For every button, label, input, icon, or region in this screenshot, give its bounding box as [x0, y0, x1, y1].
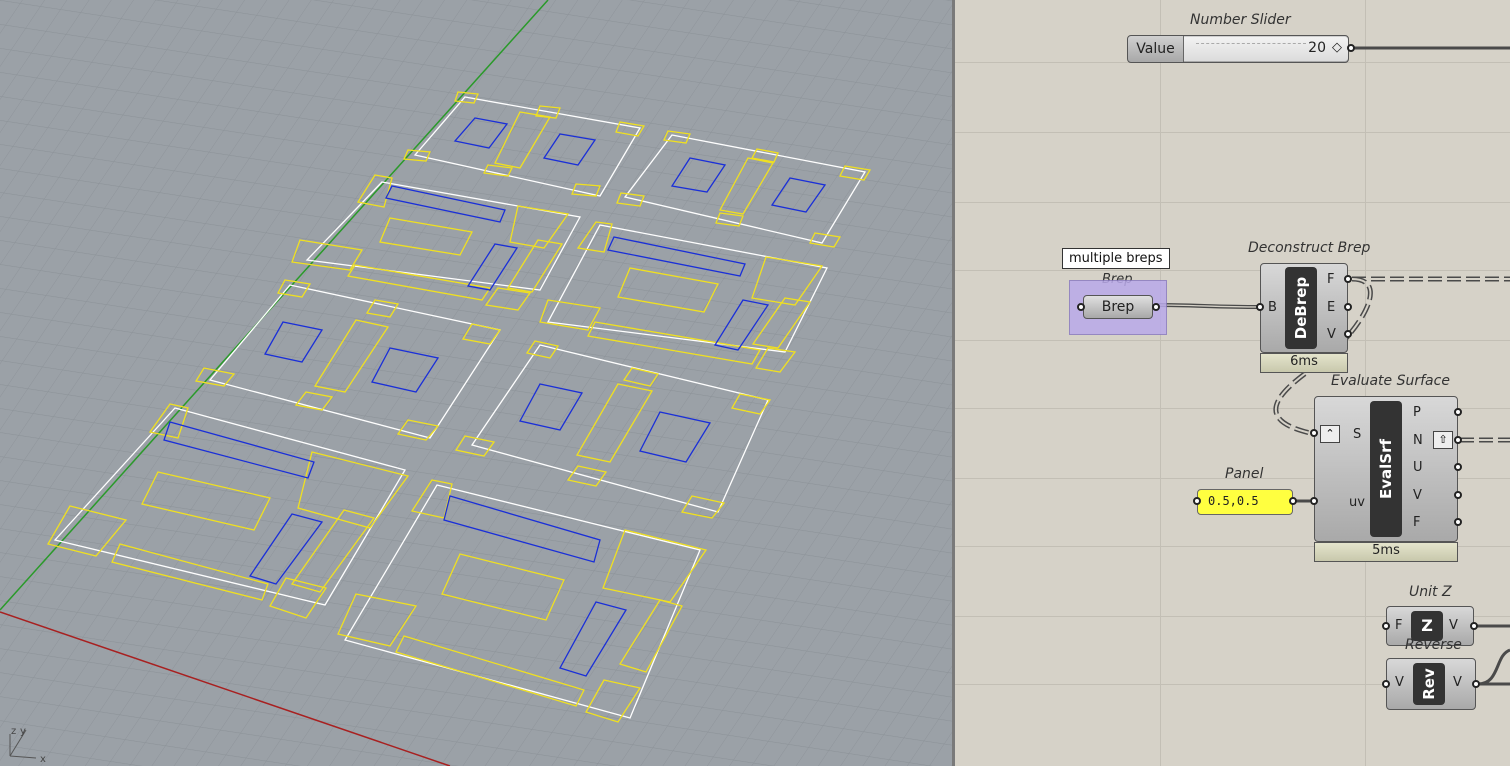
number-slider-value: 20 — [1308, 40, 1326, 56]
reverse-output-v: V — [1453, 675, 1462, 690]
rhino-viewport[interactable]: z y x — [0, 0, 952, 766]
evalsrf-output-n: N — [1413, 433, 1423, 448]
brep-input-grip[interactable] — [1077, 303, 1085, 311]
unitz-output-v: V — [1449, 618, 1458, 633]
reparam-s-icon[interactable]: ⌃ — [1320, 425, 1340, 443]
evalsrf-u-grip[interactable] — [1454, 463, 1462, 471]
debrep-input-b: B — [1268, 300, 1277, 315]
evalsrf-input-s: S — [1353, 427, 1362, 442]
evalsrf-s-grip[interactable] — [1310, 429, 1318, 437]
brep-param-label: Brep — [1101, 299, 1135, 315]
unitz-title: Unit Z — [1409, 584, 1452, 600]
evalsrf-output-u: U — [1413, 460, 1423, 475]
number-slider-label: Value — [1128, 36, 1184, 62]
panel[interactable]: 0.5,0.5 — [1197, 489, 1293, 515]
debrep-timing: 6ms — [1260, 353, 1348, 373]
panel-title: Panel — [1225, 466, 1264, 482]
axis-label-z: z — [11, 726, 16, 737]
reverse-input-grip[interactable] — [1382, 680, 1390, 688]
reverse-input-v: V — [1395, 675, 1404, 690]
unitz-input-grip[interactable] — [1382, 622, 1390, 630]
evalsrf-title: Evaluate Surface — [1331, 373, 1450, 389]
axis-label-y: y — [20, 726, 26, 737]
evalsrf-output-p: P — [1413, 405, 1421, 420]
debrep-f-grip[interactable] — [1344, 275, 1352, 283]
axis-label-x: x — [40, 754, 46, 765]
evalsrf-output-f: F — [1413, 515, 1421, 530]
evalsrf-timing: 5ms — [1314, 542, 1458, 562]
evalsrf-output-v: V — [1413, 488, 1422, 503]
evalsrf-name: EvalSrf — [1370, 401, 1402, 537]
grasshopper-canvas[interactable]: Number Slider Value 20 ◇ multiple breps … — [955, 0, 1510, 766]
evalsrf-input-uv: uv — [1349, 495, 1365, 510]
brep-output-grip[interactable] — [1152, 303, 1160, 311]
debrep-input-grip[interactable] — [1256, 303, 1264, 311]
debrep-output-v: V — [1327, 327, 1336, 342]
evalsrf-f-grip[interactable] — [1454, 518, 1462, 526]
panel-output-grip[interactable] — [1289, 497, 1297, 505]
evalsrf-v-grip[interactable] — [1454, 491, 1462, 499]
debrep-v-grip[interactable] — [1344, 330, 1352, 338]
evalsrf-n-grip[interactable] — [1454, 436, 1462, 444]
number-slider[interactable]: Value 20 ◇ — [1127, 35, 1349, 63]
brep-param[interactable]: Brep — [1083, 295, 1153, 319]
reverse-component[interactable]: V Rev V — [1386, 658, 1476, 710]
debrep-name: DeBrep — [1285, 267, 1317, 349]
number-slider-title: Number Slider — [1190, 12, 1291, 28]
slider-knob-icon[interactable]: ◇ — [1332, 40, 1342, 55]
slider-output-grip[interactable] — [1347, 44, 1355, 52]
deconstruct-brep-component[interactable]: B DeBrep F E V — [1260, 263, 1348, 353]
reverse-title: Reverse — [1405, 637, 1462, 653]
number-slider-track[interactable]: 20 ◇ — [1184, 37, 1348, 61]
brep-tooltip: multiple breps — [1062, 248, 1170, 269]
panel-input-grip[interactable] — [1193, 497, 1201, 505]
reverse-output-grip[interactable] — [1472, 680, 1480, 688]
panel-value[interactable]: 0.5,0.5 — [1208, 494, 1259, 508]
evalsrf-p-grip[interactable] — [1454, 408, 1462, 416]
slider-rail — [1196, 43, 1306, 48]
unitz-input-f: F — [1395, 618, 1403, 633]
viewport-scene: z y x — [0, 0, 952, 766]
debrep-e-grip[interactable] — [1344, 303, 1352, 311]
reverse-name: Rev — [1413, 663, 1445, 705]
unitz-output-grip[interactable] — [1470, 622, 1478, 630]
debrep-output-f: F — [1327, 272, 1335, 287]
debrep-output-e: E — [1327, 300, 1336, 315]
evaluate-surface-component[interactable]: ⌃ S uv EvalSrf P N ⇧ U V F — [1314, 396, 1458, 542]
debrep-title: Deconstruct Brep — [1248, 240, 1371, 256]
unitize-n-icon[interactable]: ⇧ — [1433, 431, 1453, 449]
evalsrf-uv-grip[interactable] — [1310, 497, 1318, 505]
